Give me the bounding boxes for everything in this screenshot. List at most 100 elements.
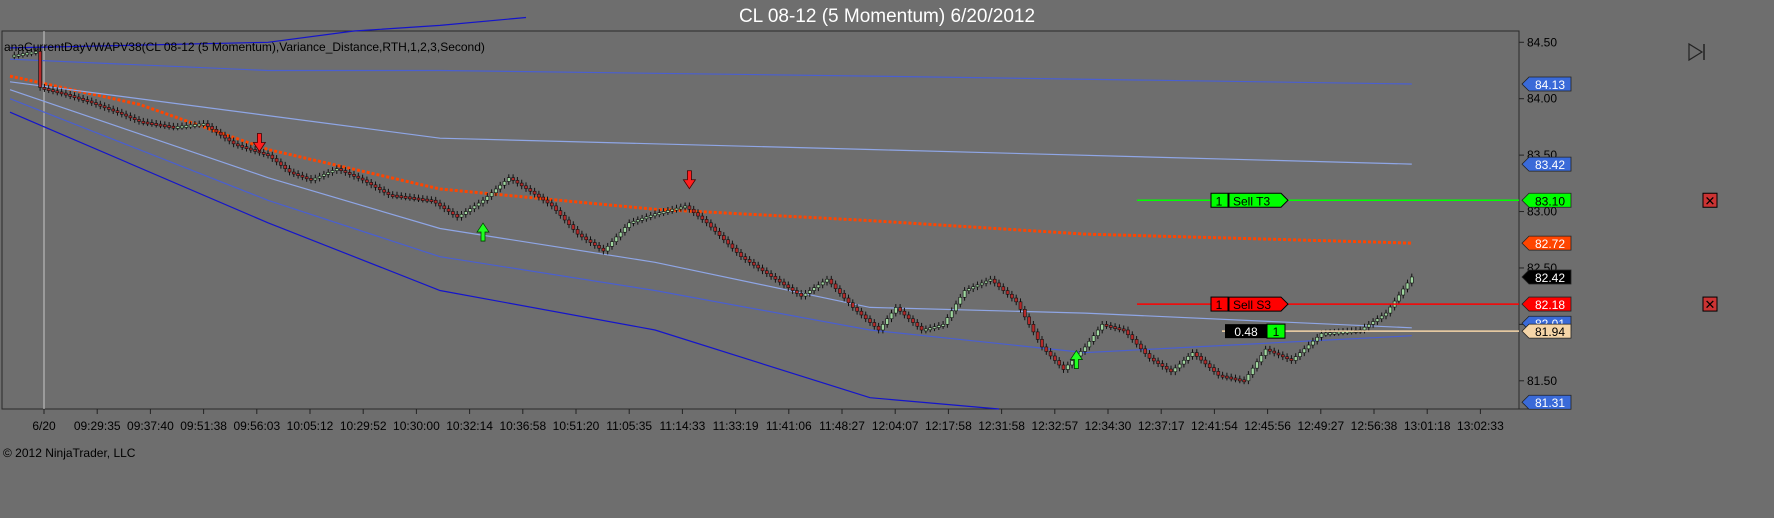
candle-body xyxy=(1397,294,1401,302)
candle-body xyxy=(1160,363,1165,367)
candle-body xyxy=(322,174,326,177)
candle-body xyxy=(885,318,890,325)
candle-body xyxy=(476,202,481,207)
candle-body xyxy=(472,205,477,210)
candle-body xyxy=(820,281,825,286)
candle-body xyxy=(1001,286,1006,291)
price-marker-label: 81.31 xyxy=(1535,396,1565,410)
candle-body xyxy=(1203,359,1208,365)
candle-body xyxy=(644,216,649,220)
candle-body xyxy=(541,196,546,201)
candle-body xyxy=(1177,363,1182,369)
order-name: Sell S3 xyxy=(1233,298,1271,312)
candle-body xyxy=(1130,334,1135,340)
candle-body xyxy=(1384,312,1388,317)
plot-frame xyxy=(1,30,1520,410)
candle-body xyxy=(859,310,864,316)
x-tick-label: 12:32:57 xyxy=(1031,419,1078,433)
candle-body xyxy=(1152,357,1156,362)
candle-body xyxy=(1371,321,1375,325)
play-icon xyxy=(1688,42,1704,62)
candle-body xyxy=(949,310,954,318)
price-marker-label: 83.42 xyxy=(1535,158,1565,172)
x-tick-label: 11:48:27 xyxy=(819,419,865,433)
candle-body xyxy=(524,185,528,189)
y-tick-label: 84.50 xyxy=(1527,35,1557,49)
candle-body xyxy=(618,231,623,238)
candle-body xyxy=(928,327,933,331)
price-marker-label: 82.72 xyxy=(1535,237,1565,251)
candle-body xyxy=(833,283,838,289)
candle-body xyxy=(537,193,541,198)
candle-body xyxy=(330,170,335,173)
candle-body xyxy=(85,99,90,102)
candle-body xyxy=(317,175,322,179)
candle-body xyxy=(1246,374,1251,382)
candle-body xyxy=(1018,301,1023,310)
candle-body xyxy=(390,194,395,197)
candle-body xyxy=(967,288,971,291)
candle-body xyxy=(1238,378,1242,382)
candle-body xyxy=(571,224,576,230)
candle-body xyxy=(287,168,292,173)
candle-body xyxy=(958,296,963,305)
candle-body xyxy=(795,290,799,294)
candle-body xyxy=(889,312,894,320)
candle-body xyxy=(661,211,666,214)
x-tick-label: 10:29:52 xyxy=(340,419,387,433)
candle-body xyxy=(326,172,331,175)
x-tick-label: 12:37:17 xyxy=(1138,419,1185,433)
candle-body xyxy=(631,221,636,224)
candle-body xyxy=(1139,343,1143,350)
x-tick-label: 09:51:38 xyxy=(180,419,227,433)
candle-body xyxy=(752,262,756,266)
candle-body xyxy=(567,219,571,226)
candle-body xyxy=(1405,282,1410,290)
candle-body xyxy=(773,276,778,280)
candle-body xyxy=(343,170,348,173)
candle-body xyxy=(399,195,404,199)
candle-body xyxy=(1298,352,1302,357)
candle-body xyxy=(515,180,520,184)
candle-body xyxy=(1113,326,1117,329)
candle-body xyxy=(408,196,412,200)
candle-body xyxy=(700,215,705,220)
candle-body xyxy=(893,307,898,314)
candle-body xyxy=(601,247,606,252)
x-tick-label: 13:02:33 xyxy=(1457,419,1504,433)
x-tick-label: 12:49:27 xyxy=(1297,419,1344,433)
candle-body xyxy=(1319,333,1324,338)
candle-body xyxy=(979,282,984,286)
candle-body xyxy=(459,214,464,218)
candle-body xyxy=(730,243,735,249)
candle-body xyxy=(1164,366,1169,370)
candle-body xyxy=(1388,306,1393,314)
candle-body xyxy=(988,278,993,282)
candle-body xyxy=(997,282,1001,288)
candle-body xyxy=(1117,327,1122,331)
candle-body xyxy=(610,241,614,247)
candle-body xyxy=(283,164,288,169)
chart-canvas[interactable]: 84.5084.0083.5083.0082.5082.0081.506/200… xyxy=(0,0,1774,518)
candle-body xyxy=(635,219,640,223)
candle-body xyxy=(1014,297,1019,303)
x-tick-label: 12:41:54 xyxy=(1191,419,1238,433)
vwap-band-line xyxy=(9,58,1412,85)
candle-body xyxy=(360,177,365,181)
candle-body xyxy=(1367,324,1371,328)
candle-body xyxy=(511,177,515,181)
candle-body xyxy=(1100,324,1104,331)
x-tick-label: 11:33:19 xyxy=(713,419,759,433)
candle-body xyxy=(102,105,107,109)
candle-body xyxy=(945,317,950,325)
candle-body xyxy=(365,179,369,183)
candle-body xyxy=(1375,318,1380,322)
candle-body xyxy=(485,196,490,201)
close-icon: ✕ xyxy=(1705,193,1716,208)
candle-body xyxy=(790,287,795,291)
candle-body xyxy=(1173,367,1178,373)
candle-body xyxy=(154,123,158,126)
candle-body xyxy=(395,194,399,198)
candle-body xyxy=(1121,328,1126,332)
candle-body xyxy=(188,124,193,128)
